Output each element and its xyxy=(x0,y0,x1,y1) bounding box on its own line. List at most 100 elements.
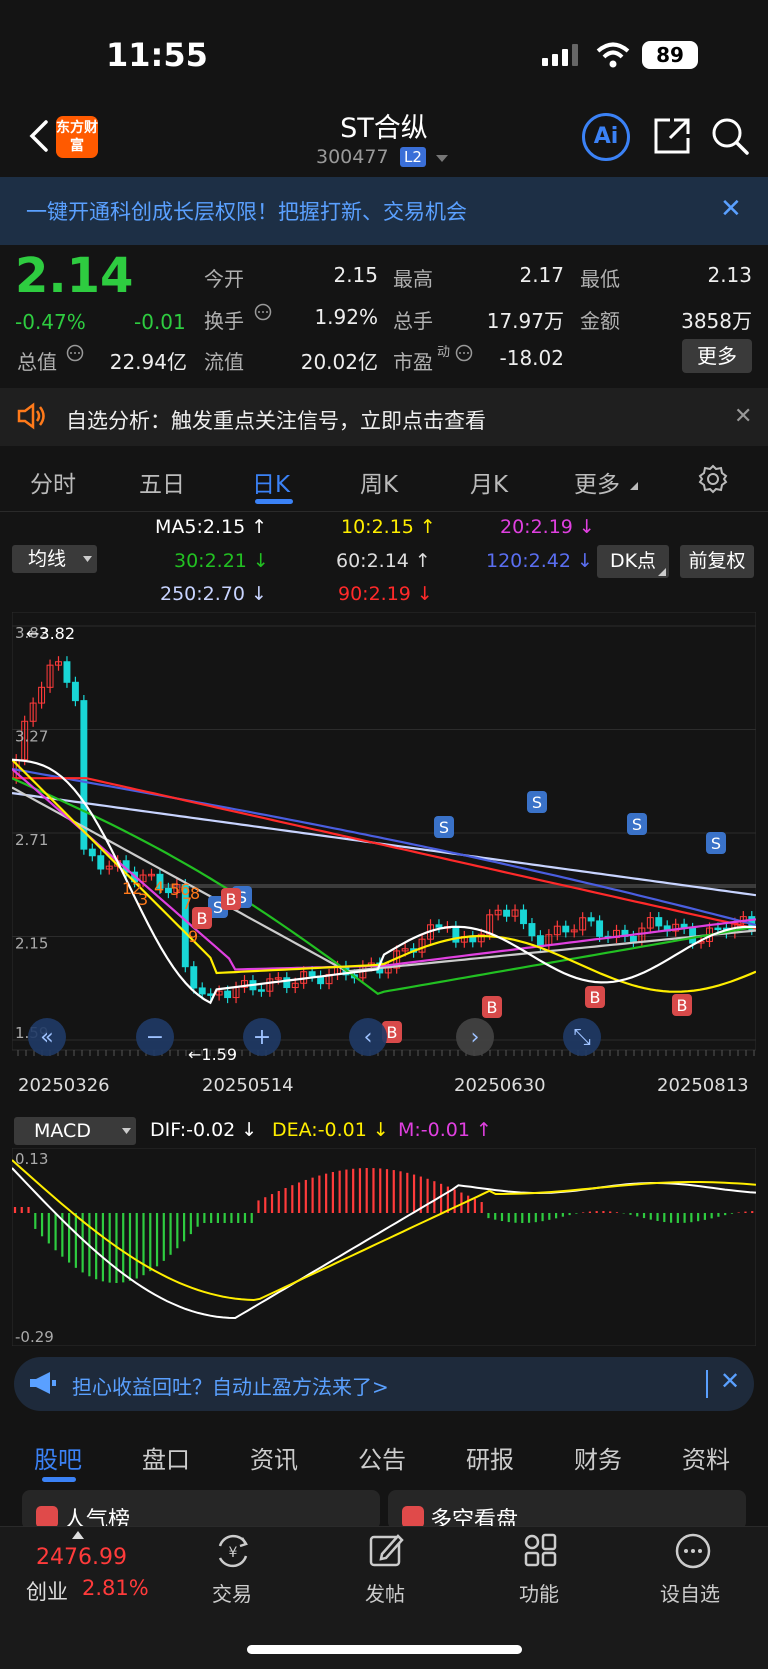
pe-dynamic-mark: 动 xyxy=(437,345,451,360)
tab-guba[interactable]: 股吧 xyxy=(34,1440,82,1475)
nav-trade[interactable]: 交易 xyxy=(192,1578,272,1607)
trade-icon[interactable]: ¥ xyxy=(214,1532,252,1570)
buy-signal-label: B xyxy=(197,909,208,928)
fullscreen-button-icon: ⤡ xyxy=(573,1025,591,1050)
info-icon[interactable] xyxy=(455,344,473,362)
speaker-icon xyxy=(17,402,45,430)
tab-announcement[interactable]: 公告 xyxy=(358,1440,406,1475)
buy-signal-label: B xyxy=(677,996,688,1015)
buy-signal-label: B xyxy=(590,988,601,1007)
tab-more[interactable]: 更多 xyxy=(574,465,620,499)
zoom-reset-button-icon: « xyxy=(40,1025,53,1050)
candle-body xyxy=(528,923,536,937)
banner-text[interactable]: 一键开通科创成长层权限！把握打新、交易机会 xyxy=(26,196,467,226)
close-icon[interactable]: ✕ xyxy=(734,404,752,429)
post-icon[interactable] xyxy=(368,1532,404,1568)
tab-finance[interactable]: 财务 xyxy=(574,1440,622,1475)
candle-body xyxy=(190,966,198,989)
ma90-line xyxy=(12,777,756,930)
search-icon[interactable] xyxy=(710,116,750,156)
indicator-selector[interactable]: MACD xyxy=(14,1117,136,1145)
tab-profile[interactable]: 资料 xyxy=(682,1440,730,1475)
tab-week-k[interactable]: 周K xyxy=(360,465,398,499)
chevron-down-icon[interactable] xyxy=(436,155,448,163)
volume-value: 17.97万 xyxy=(486,309,564,333)
candle-body xyxy=(224,990,232,999)
index-value[interactable]: 2476.99 xyxy=(36,1545,127,1570)
y-tick-label: 2.71 xyxy=(15,831,48,849)
candle-body xyxy=(503,909,511,917)
x-date-label: 20250326 xyxy=(18,1075,110,1096)
tab-minute[interactable]: 分时 xyxy=(30,465,76,499)
long-short-card[interactable]: 多空看盘 xyxy=(388,1490,746,1533)
sell-signal-label: S xyxy=(711,834,721,853)
candle-body xyxy=(198,987,206,995)
current-price: 2.14 xyxy=(15,248,134,304)
popularity-card[interactable]: 人气榜 xyxy=(22,1490,380,1533)
index-percent[interactable]: 2.81% xyxy=(82,1576,149,1600)
sequence-digit: 4 xyxy=(154,878,164,897)
wifi-icon xyxy=(596,42,630,68)
turnover-value: 1.92% xyxy=(314,305,378,329)
chevron-down-icon[interactable] xyxy=(122,1128,131,1134)
battery-indicator: 89 xyxy=(642,41,698,69)
adjust-price-button[interactable]: 前复权 xyxy=(680,545,754,578)
change-percent: -0.47% xyxy=(15,310,86,334)
stock-code[interactable]: 300477 xyxy=(316,146,389,168)
sequence-digit: 3 xyxy=(138,890,148,909)
candle-body xyxy=(714,927,722,931)
nav-add-watchlist[interactable]: 设自选 xyxy=(650,1578,730,1607)
ai-assistant-button[interactable]: Ai xyxy=(582,113,630,161)
candle-body xyxy=(655,917,663,927)
tab-month-k[interactable]: 月K xyxy=(470,465,508,499)
tab-five-day[interactable]: 五日 xyxy=(139,465,185,499)
tab-research[interactable]: 研报 xyxy=(466,1440,514,1475)
gear-icon[interactable] xyxy=(698,464,728,494)
nav-post[interactable]: 发帖 xyxy=(345,1578,425,1607)
candle-body xyxy=(97,855,105,870)
divider xyxy=(706,1370,708,1398)
high-price-marker: ←3.82 xyxy=(26,624,75,643)
high-label: 最高 xyxy=(393,267,433,291)
chevron-up-icon[interactable] xyxy=(72,1531,84,1539)
ma60-value: 60:2.14 ↑ xyxy=(336,550,431,572)
active-tab-indicator xyxy=(255,499,293,504)
dif-value: DIF:-0.02 ↓ xyxy=(150,1119,258,1141)
candle-body xyxy=(63,661,71,683)
ma250-value: 250:2.70 ↓ xyxy=(160,583,267,605)
more-dots-icon[interactable] xyxy=(674,1532,712,1570)
volume-label: 总手 xyxy=(393,309,433,333)
tab-pankou[interactable]: 盘口 xyxy=(142,1440,190,1475)
sequence-digit: 9 xyxy=(188,927,198,946)
corner-arrow-icon xyxy=(630,482,638,490)
ma20-value: 20:2.19 ↓ xyxy=(500,516,595,538)
function-grid-icon[interactable] xyxy=(522,1532,558,1568)
home-indicator xyxy=(247,1645,522,1654)
y-tick-label: 3.27 xyxy=(15,728,48,746)
cellular-signal-icon xyxy=(542,44,578,66)
k-line-chart[interactable]: SSSSSSBBBBBB123456789 3.823.272.712.151.… xyxy=(12,612,756,1062)
y-tick-label: 2.15 xyxy=(15,935,48,953)
low-label: 最低 xyxy=(580,267,620,291)
chart-icon xyxy=(402,1506,424,1528)
index-name[interactable]: 创业 xyxy=(26,1576,68,1606)
float-label: 流值 xyxy=(204,350,244,374)
info-icon[interactable] xyxy=(254,303,272,321)
active-tab-indicator xyxy=(42,1477,76,1482)
sequence-digit: 8 xyxy=(190,884,200,903)
close-icon[interactable]: ✕ xyxy=(720,194,742,224)
share-icon[interactable] xyxy=(652,116,692,156)
close-icon[interactable]: ✕ xyxy=(720,1367,740,1395)
info-icon[interactable] xyxy=(66,344,84,362)
analysis-text[interactable]: 自选分析：触发重点关注信号，立即点击查看 xyxy=(66,405,486,435)
zoom-in-button-icon: + xyxy=(253,1025,271,1050)
tab-news[interactable]: 资讯 xyxy=(250,1440,298,1475)
chevron-down-icon[interactable] xyxy=(83,556,92,562)
more-button[interactable]: 更多 xyxy=(682,339,752,373)
nav-function[interactable]: 功能 xyxy=(499,1578,579,1607)
scroll-right-button-icon: › xyxy=(471,1025,480,1050)
level2-badge[interactable]: L2 xyxy=(400,147,426,167)
tab-day-k[interactable]: 日K xyxy=(252,465,290,499)
macd-chart[interactable]: 0.13 -0.29 xyxy=(12,1148,756,1346)
promo-text[interactable]: 担心收益回吐？自动止盈方法来了> xyxy=(72,1371,389,1400)
